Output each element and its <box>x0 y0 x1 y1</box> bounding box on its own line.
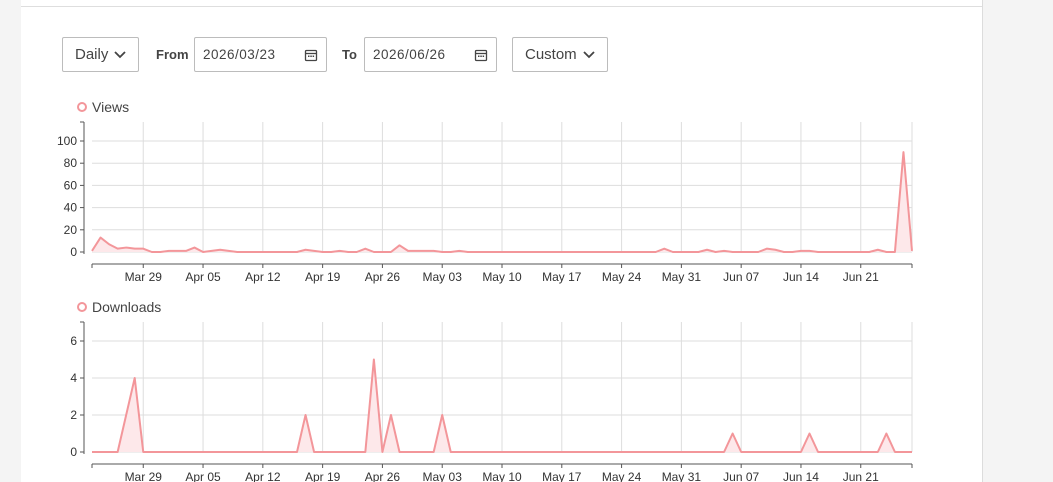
to-label: To <box>342 47 357 62</box>
x-tick-label: May 03 <box>423 270 463 284</box>
x-tick-label: May 17 <box>542 470 582 482</box>
x-tick-label: Apr 19 <box>305 470 341 482</box>
chevron-down-icon <box>583 50 595 58</box>
range-preset-value: Custom <box>525 46 577 63</box>
legend: Views <box>77 99 129 115</box>
legend: Downloads <box>77 299 161 315</box>
x-tick-label: Jun 07 <box>723 470 759 482</box>
x-tick-label: May 10 <box>482 270 522 284</box>
y-tick-label: 40 <box>64 201 78 215</box>
y-axis: 0 20 40 60 80 100 <box>57 121 85 259</box>
to-date-value: 2026/06/26 <box>373 47 446 62</box>
y-tick-label: 80 <box>64 156 78 170</box>
legend-label: Views <box>92 99 129 115</box>
from-date-value: 2026/03/23 <box>203 47 276 62</box>
chevron-down-icon <box>114 50 126 58</box>
legend-marker <box>77 302 87 312</box>
x-tick-label: Jun 14 <box>783 270 819 284</box>
x-tick-label: Mar 29 <box>125 470 163 482</box>
x-tick-label: Apr 26 <box>365 470 401 482</box>
grid <box>92 122 913 253</box>
x-tick-label: Mar 29 <box>125 270 163 284</box>
y-tick-label: 60 <box>64 178 78 192</box>
x-tick-label: May 31 <box>662 470 702 482</box>
y-axis: 0 2 4 6 <box>70 321 85 459</box>
y-tick-label: 0 <box>70 445 77 459</box>
from-date-input[interactable]: 2026/03/23 <box>194 37 327 72</box>
x-tick-label: Jun 07 <box>723 270 759 284</box>
top-divider <box>21 6 982 7</box>
views-chart: Views 0 20 40 60 80 100 Mar 29 Apr 05 Apr 12 Apr 1… <box>57 99 913 284</box>
y-tick-label: 6 <box>70 334 77 348</box>
to-date-input[interactable]: 2026/06/26 <box>364 37 497 72</box>
y-tick-label: 0 <box>70 245 77 259</box>
x-tick-label: Apr 05 <box>185 470 221 482</box>
granularity-value: Daily <box>75 46 109 63</box>
calendar-icon[interactable] <box>304 48 318 62</box>
x-tick-label: Apr 05 <box>185 270 221 284</box>
calendar-icon[interactable] <box>474 48 488 62</box>
x-tick-label: May 31 <box>662 270 702 284</box>
x-tick-label: May 10 <box>482 470 522 482</box>
y-tick-label: 4 <box>70 371 77 385</box>
legend-label: Downloads <box>92 299 161 315</box>
downloads-chart: Downloads 0 2 4 6 Mar 29 Apr 05 Apr 12 Apr 19 Apr… <box>70 299 913 482</box>
y-tick-label: 2 <box>70 408 77 422</box>
x-tick-label: May 24 <box>602 270 642 284</box>
x-tick-label: Apr 12 <box>245 470 281 482</box>
granularity-select[interactable]: Daily <box>62 37 139 72</box>
legend-marker <box>77 102 87 112</box>
x-tick-label: May 17 <box>542 270 582 284</box>
from-label: From <box>156 47 189 62</box>
range-preset-select[interactable]: Custom <box>512 37 608 72</box>
x-tick-label: May 24 <box>602 470 642 482</box>
y-tick-label: 20 <box>64 223 78 237</box>
x-tick-label: Apr 26 <box>365 270 401 284</box>
x-tick-label: Jun 21 <box>843 270 879 284</box>
x-tick-label: Apr 19 <box>305 270 341 284</box>
grid <box>92 322 913 453</box>
x-axis: Mar 29 Apr 05 Apr 12 Apr 19 Apr 26 May 03 May … <box>91 263 913 284</box>
x-tick-label: May 03 <box>423 470 463 482</box>
x-axis: Mar 29 Apr 05 Apr 12 Apr 19 Apr 26 May 03 May … <box>91 463 913 482</box>
x-tick-label: Jun 21 <box>843 470 879 482</box>
x-tick-label: Jun 14 <box>783 470 819 482</box>
y-tick-label: 100 <box>57 134 77 148</box>
x-tick-label: Apr 12 <box>245 270 281 284</box>
